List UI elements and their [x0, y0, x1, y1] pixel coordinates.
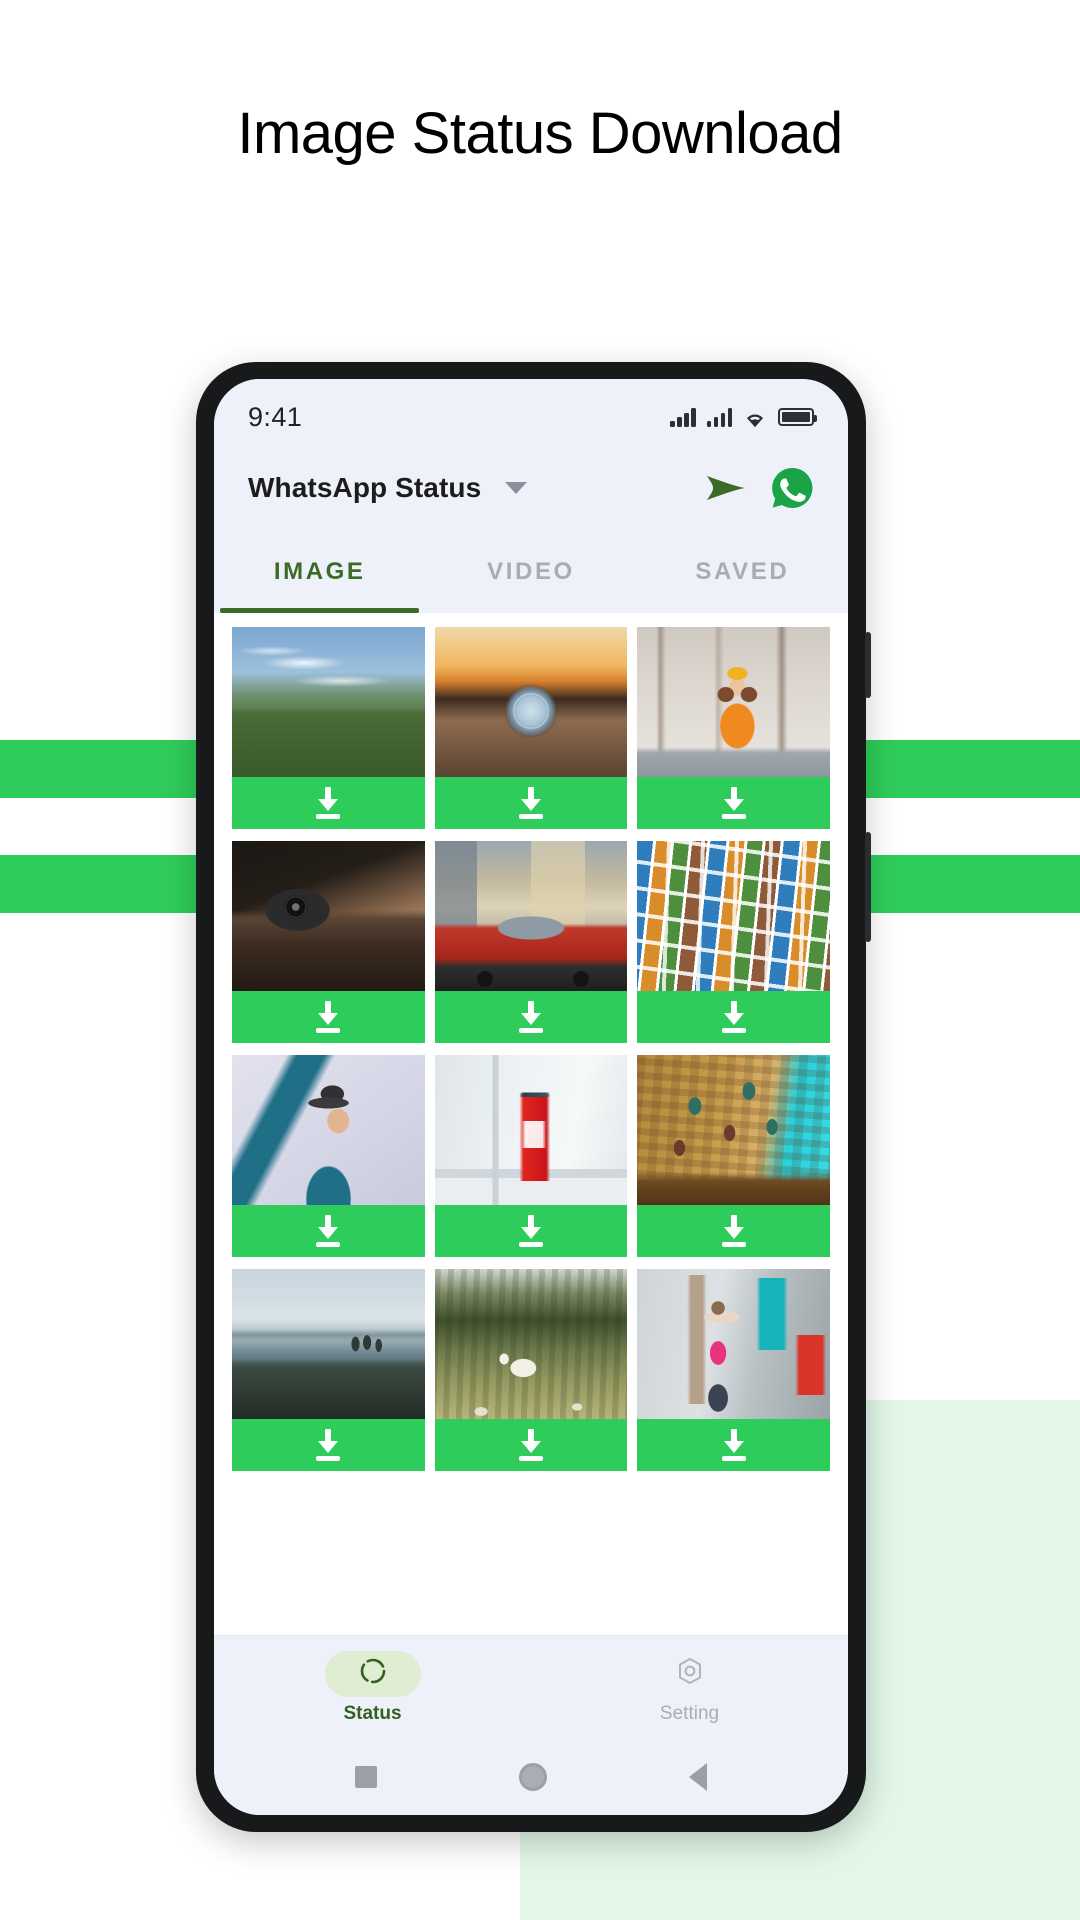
chevron-down-icon[interactable]	[505, 482, 528, 494]
grid-item[interactable]	[434, 841, 628, 1043]
download-button[interactable]	[232, 1205, 425, 1257]
send-icon[interactable]	[704, 469, 748, 507]
thumbnail[interactable]	[637, 1269, 830, 1419]
phone-screen: 9:41 WhatsApp Status IMAGE VIDEO SAVED S…	[214, 379, 848, 1815]
phone-frame: 9:41 WhatsApp Status IMAGE VIDEO SAVED S…	[196, 362, 871, 1832]
download-button[interactable]	[232, 777, 425, 829]
status-clock: 9:41	[248, 401, 303, 432]
download-button[interactable]	[434, 1419, 628, 1471]
thumbnail[interactable]	[637, 841, 830, 991]
status-icons	[670, 407, 817, 427]
battery-icon	[778, 408, 817, 426]
whatsapp-icon[interactable]	[770, 466, 814, 510]
grid-item[interactable]	[637, 841, 830, 1043]
grid-item[interactable]	[637, 1055, 830, 1257]
status-bar: 9:41	[214, 379, 848, 445]
app-bar: WhatsApp Status	[214, 445, 848, 531]
download-icon	[313, 1429, 343, 1461]
grid-item[interactable]	[434, 1055, 628, 1257]
download-button[interactable]	[637, 1419, 830, 1471]
poster-canvas: Image Status Download 9:41 WhatsApp Stat…	[0, 0, 1080, 1920]
download-icon	[719, 1429, 749, 1461]
gear-icon	[675, 1656, 705, 1691]
thumbnail[interactable]	[232, 627, 425, 777]
download-icon	[313, 1215, 343, 1247]
thumbnail[interactable]	[232, 1269, 425, 1419]
download-icon	[719, 787, 749, 819]
download-icon	[719, 1215, 749, 1247]
download-button[interactable]	[637, 991, 830, 1043]
grid-item[interactable]	[232, 1055, 425, 1257]
grid-item[interactable]	[434, 1269, 628, 1471]
nav-pill	[642, 1651, 738, 1697]
nav-pill	[324, 1650, 421, 1697]
download-button[interactable]	[637, 777, 830, 829]
app-bar-actions	[704, 466, 814, 510]
grid-item[interactable]	[434, 627, 628, 829]
thumbnail[interactable]	[232, 1055, 425, 1205]
grid-item[interactable]	[232, 841, 425, 1043]
download-button[interactable]	[637, 1205, 830, 1257]
download-button[interactable]	[434, 991, 628, 1043]
tab-video[interactable]: VIDEO	[425, 531, 636, 613]
download-button[interactable]	[232, 991, 425, 1043]
bottom-navigation: Status Setting	[214, 1635, 848, 1739]
grid-item[interactable]	[637, 627, 830, 829]
nav-item-setting[interactable]: Setting	[531, 1651, 848, 1725]
thumbnail[interactable]	[637, 627, 830, 777]
tab-image[interactable]: IMAGE	[214, 531, 425, 613]
signal-bars-icon	[670, 407, 696, 427]
download-icon	[516, 1215, 546, 1247]
tab-bar: IMAGE VIDEO SAVED	[214, 531, 848, 613]
thumbnail[interactable]	[434, 1269, 628, 1419]
thumbnail[interactable]	[232, 841, 425, 991]
tab-saved[interactable]: SAVED	[637, 531, 848, 613]
nav-label-setting: Setting	[659, 1702, 720, 1724]
grid-item[interactable]	[232, 1269, 425, 1471]
status-grid	[232, 627, 830, 1471]
nav-item-status[interactable]: Status	[214, 1650, 531, 1725]
grid-item[interactable]	[637, 1269, 830, 1471]
download-icon	[516, 1001, 546, 1033]
download-icon	[516, 787, 546, 819]
android-navigation-bar	[214, 1739, 848, 1815]
app-title: WhatsApp Status	[248, 472, 482, 503]
thumbnail[interactable]	[434, 627, 628, 777]
download-icon	[516, 1429, 546, 1461]
square-icon[interactable]	[355, 1766, 377, 1788]
download-button[interactable]	[434, 777, 628, 829]
thumbnail[interactable]	[637, 1055, 830, 1205]
download-icon	[313, 1001, 343, 1033]
thumbnail[interactable]	[434, 1055, 628, 1205]
thumbnail[interactable]	[434, 841, 628, 991]
status-ring-icon	[358, 1656, 388, 1691]
download-button[interactable]	[232, 1419, 425, 1471]
triangle-left-icon[interactable]	[689, 1763, 707, 1791]
circle-icon[interactable]	[519, 1763, 547, 1791]
page-title: Image Status Download	[237, 101, 843, 166]
download-icon	[313, 787, 343, 819]
grid-item[interactable]	[232, 627, 425, 829]
nav-label-status: Status	[343, 1702, 402, 1724]
signal-bars-icon	[706, 407, 732, 427]
download-icon	[719, 1001, 749, 1033]
download-button[interactable]	[434, 1205, 628, 1257]
status-grid-container[interactable]	[214, 613, 848, 1635]
wifi-icon	[743, 408, 767, 427]
